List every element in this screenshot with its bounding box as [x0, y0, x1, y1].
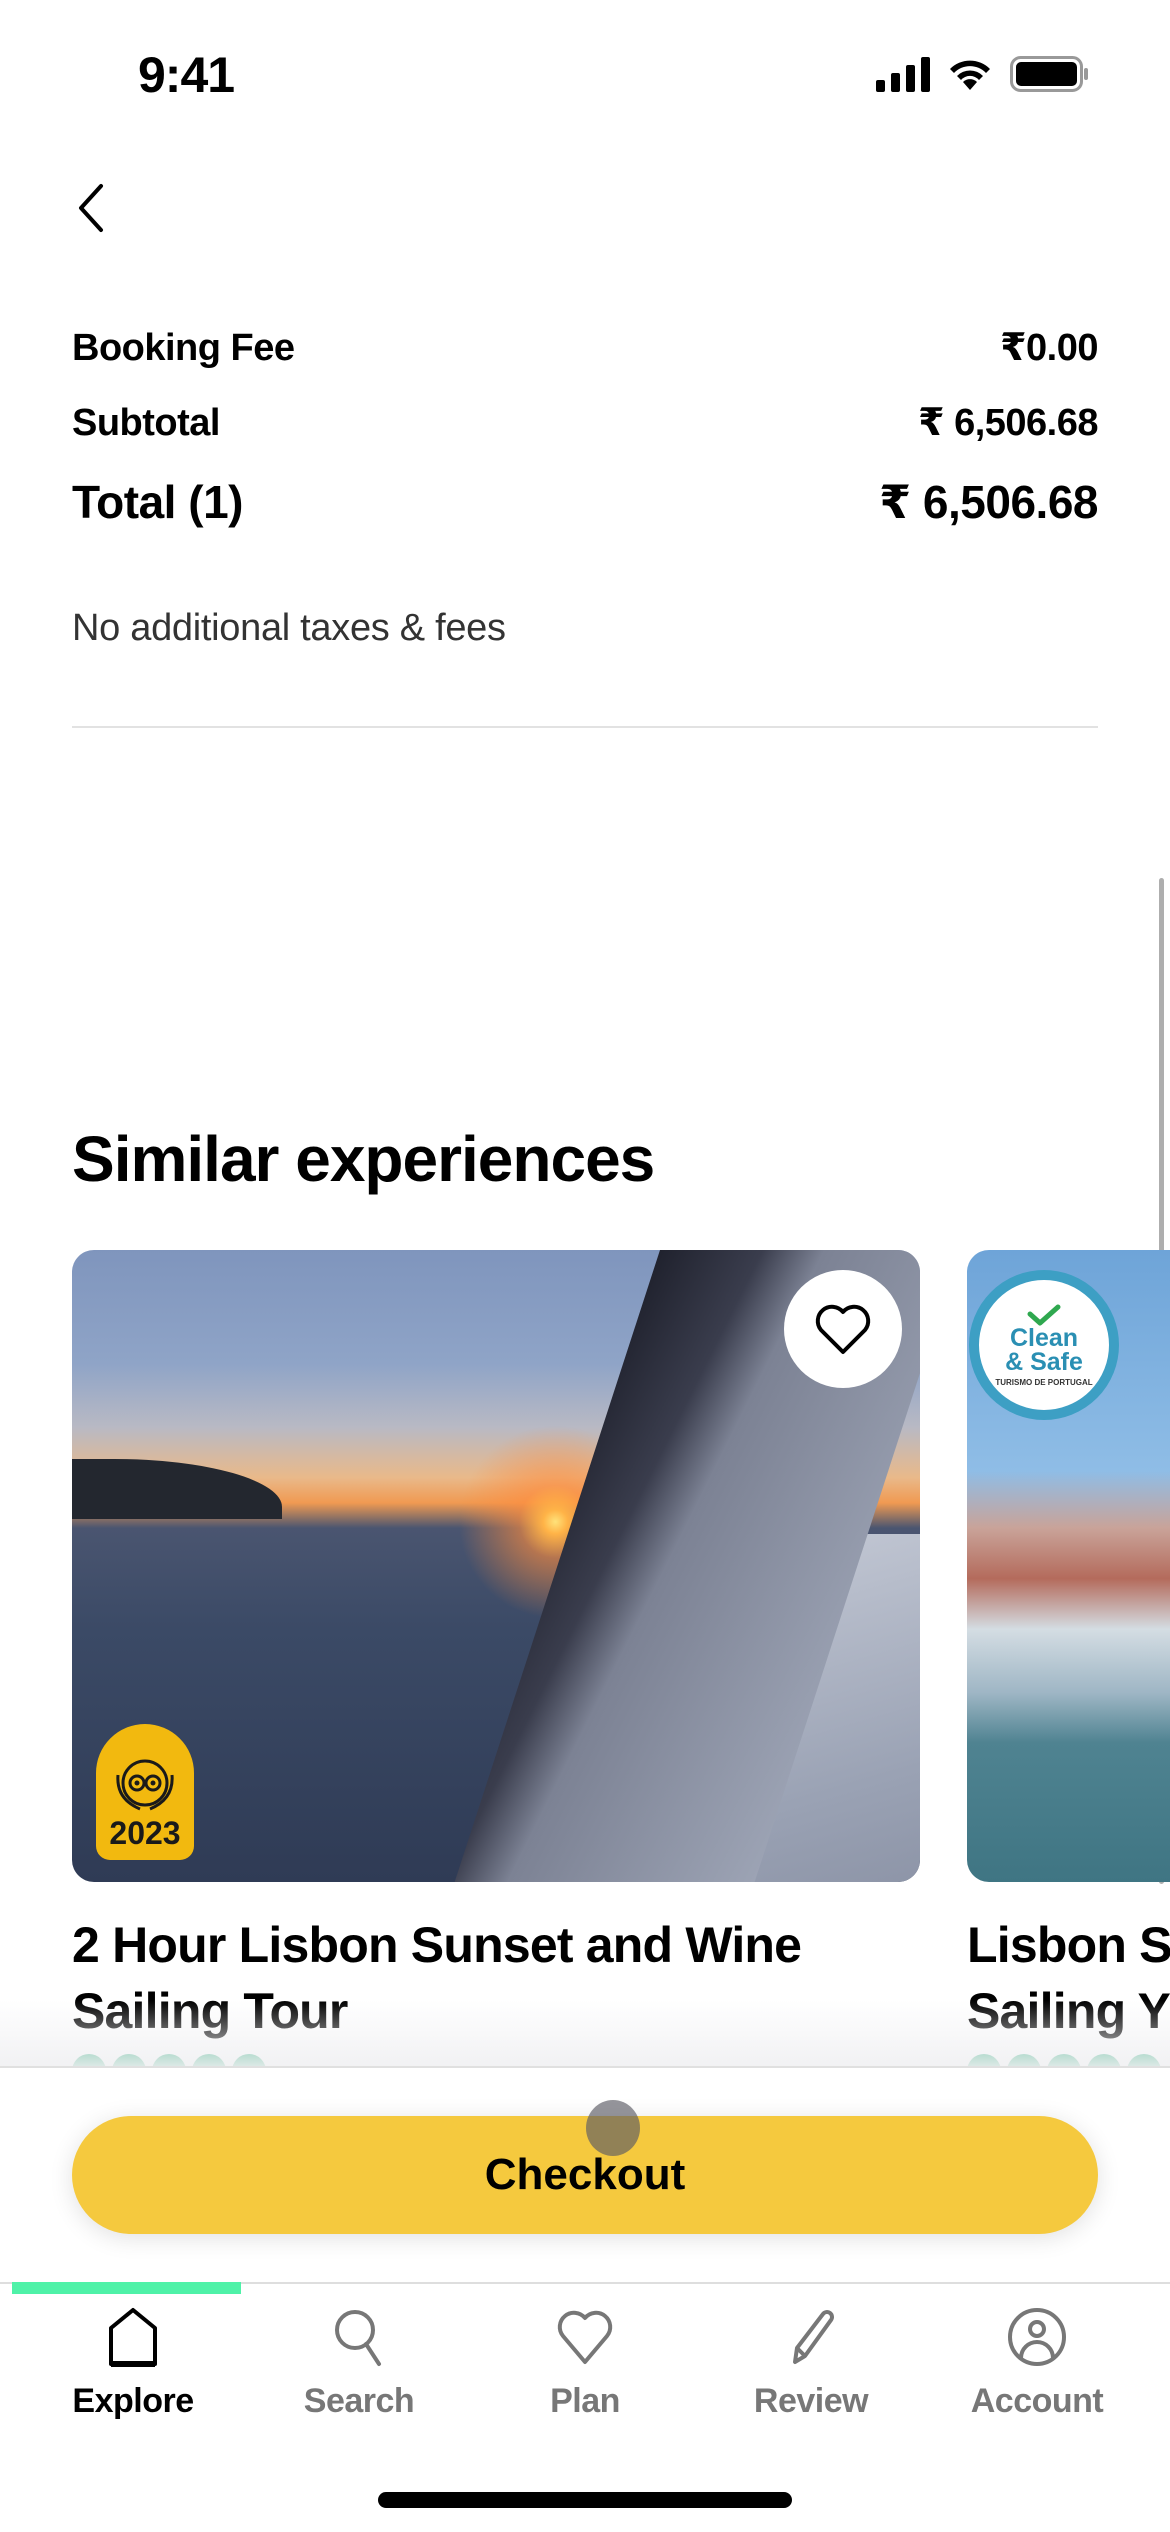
tab-label: Search: [303, 2382, 415, 2420]
heart-icon: [557, 2310, 613, 2364]
photo-shoreline: [72, 1458, 282, 1519]
clean-safe-text: Clean & Safe: [1005, 1323, 1083, 1376]
tab-plan[interactable]: Plan: [480, 2300, 690, 2440]
experience-title-line: 2 Hour Lisbon Sunset and Wine: [72, 1917, 802, 1973]
status-icons: [876, 56, 1090, 92]
tab-progress-bar: [12, 2282, 242, 2294]
cellular-signal-icon: [876, 56, 930, 92]
divider: [72, 726, 1098, 728]
save-favorite-button[interactable]: [784, 1270, 902, 1388]
experience-photo[interactable]: 2023: [72, 1250, 920, 1882]
clean-safe-line: & Safe: [1005, 1347, 1083, 1376]
booking-fee-row: Booking Fee ₹0.00: [72, 325, 1098, 370]
total-value: ₹ 6,506.68: [879, 476, 1098, 528]
subtotal-row: Subtotal ₹ 6,506.68: [72, 400, 1098, 445]
tab-label: Plan: [550, 2382, 620, 2420]
experience-card[interactable]: Clean & Safe TURISMO DE PORTUGAL Lisbon …: [967, 1250, 1170, 2088]
clean-safe-line: Clean: [1009, 1323, 1079, 1352]
award-year: 2023: [109, 1815, 181, 1851]
subtotal-value: ₹ 6,506.68: [918, 402, 1098, 444]
total-row: Total (1) ₹ 6,506.68: [72, 475, 1098, 529]
search-icon: [335, 2310, 381, 2366]
experience-photo[interactable]: Clean & Safe TURISMO DE PORTUGAL: [967, 1250, 1170, 1882]
chevron-left-icon: [79, 183, 103, 232]
tab-search[interactable]: Search: [254, 2300, 464, 2440]
tab-bar: Explore Search Plan Review Account: [0, 2300, 1170, 2440]
clean-safe-badge: Clean & Safe TURISMO DE PORTUGAL: [969, 1270, 1119, 1420]
booking-fee-label: Booking Fee: [72, 327, 295, 369]
similar-experiences-heading: Similar experiences: [72, 1123, 655, 1195]
subtotal-label: Subtotal: [72, 402, 220, 444]
tab-explore[interactable]: Explore: [28, 2300, 238, 2440]
tab-label: Review: [753, 2382, 869, 2420]
touch-indicator: [586, 2100, 640, 2156]
back-button[interactable]: [60, 175, 120, 240]
battery-icon: [1010, 56, 1088, 92]
scroll-fade: [0, 2000, 1170, 2066]
tab-account[interactable]: Account: [932, 2300, 1142, 2440]
home-icon: [109, 2308, 157, 2367]
checkmark-icon: [1027, 1304, 1061, 1325]
tab-label: Account: [970, 2382, 1104, 2420]
wifi-icon: [950, 60, 990, 90]
experience-card[interactable]: 2023 2 Hour Lisbon Sunset and Wine Saili…: [72, 1250, 920, 2088]
account-icon: [1008, 2308, 1066, 2366]
clean-safe-sub: TURISMO DE PORTUGAL: [995, 1377, 1093, 1387]
status-bar: 9:41: [0, 0, 1170, 150]
booking-fee-value: ₹0.00: [1000, 327, 1098, 369]
tab-label: Explore: [72, 2382, 194, 2420]
total-label: Total (1): [72, 476, 243, 528]
owl-icon: [116, 1759, 174, 1811]
checkout-button[interactable]: Checkout: [72, 2116, 1098, 2234]
travelers-choice-badge: 2023: [96, 1724, 194, 1860]
taxes-note: No additional taxes & fees: [72, 607, 506, 649]
home-indicator[interactable]: [378, 2492, 792, 2508]
status-time: 9:41: [138, 47, 235, 103]
pencil-icon: [793, 2310, 834, 2364]
experience-title-line: Lisbon S: [967, 1917, 1170, 1973]
tab-review[interactable]: Review: [706, 2300, 916, 2440]
heart-outline-icon: [815, 1304, 871, 1354]
